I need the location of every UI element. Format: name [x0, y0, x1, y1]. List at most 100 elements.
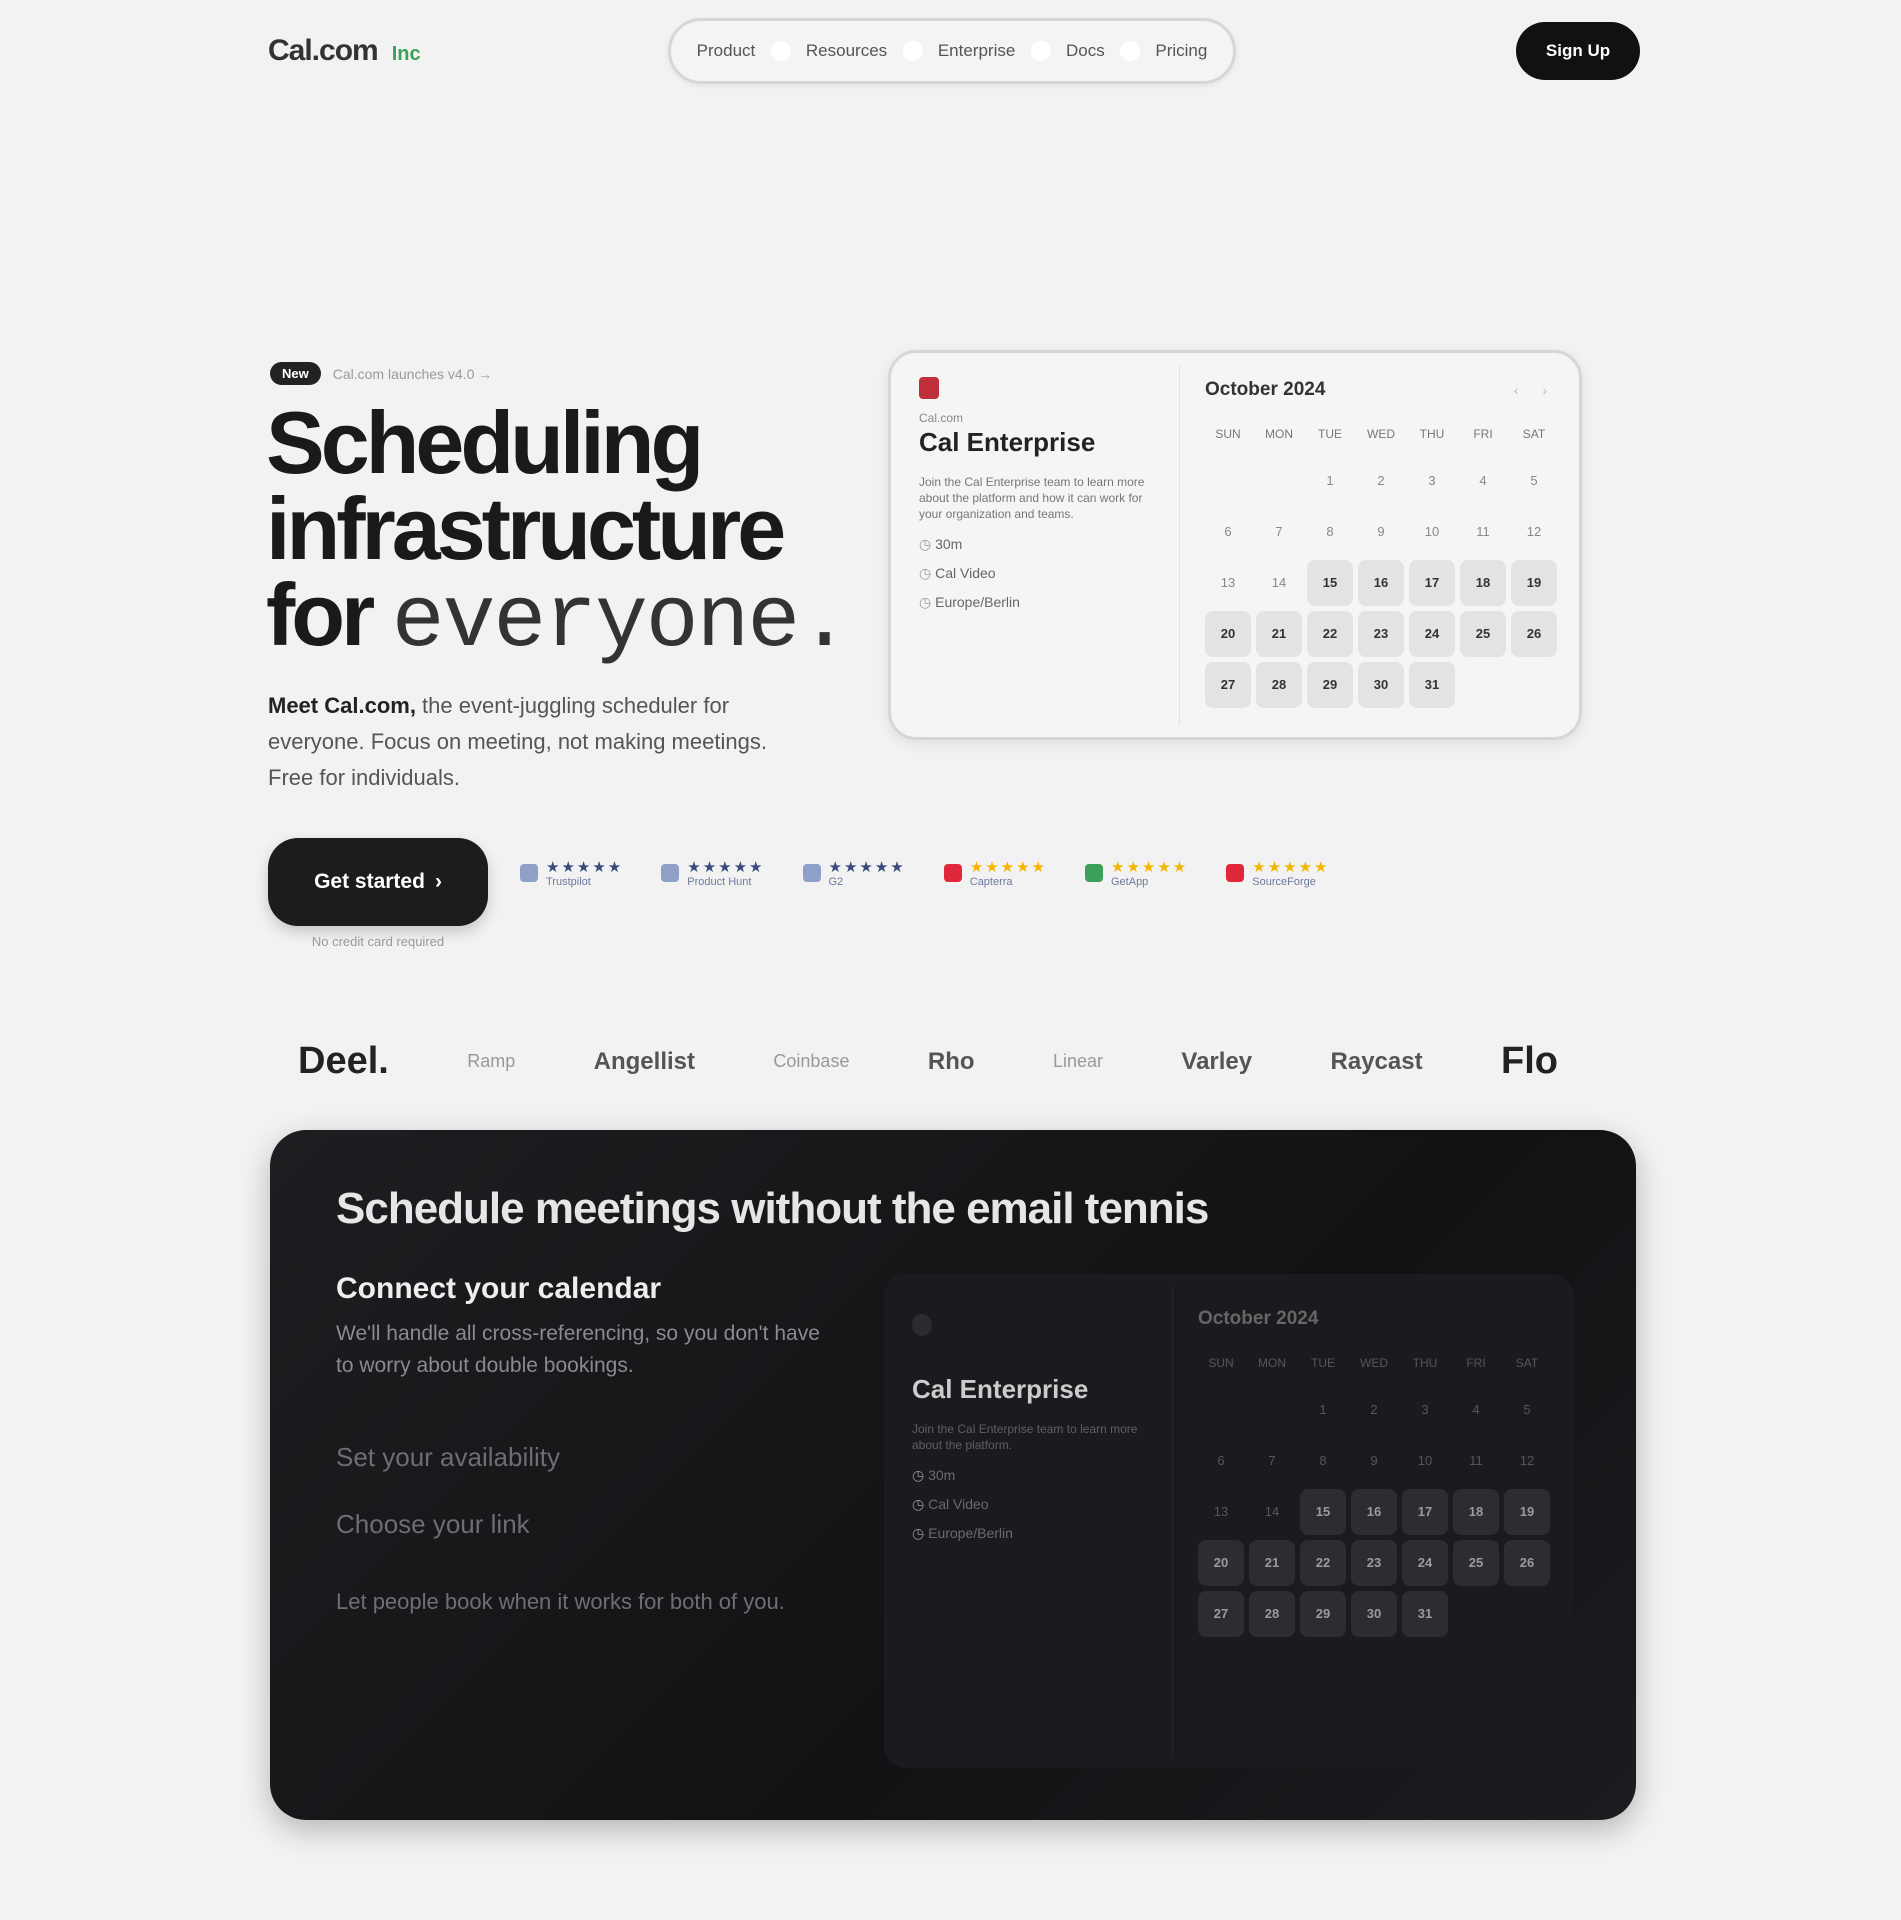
weekday-label: SUN	[1208, 1356, 1234, 1370]
event-meta: 30m Cal Video Europe/Berlin	[912, 1467, 1142, 1542]
calendar-day[interactable]: 18	[1460, 560, 1506, 606]
hero-title-for: for	[266, 565, 375, 664]
calendar-nav-arrows[interactable]: ‹ ›	[1514, 382, 1557, 398]
calendar-day: 12	[1526, 524, 1542, 539]
calendar-day: 9	[1370, 1453, 1378, 1468]
step-set-availability[interactable]: Set your availability	[336, 1442, 836, 1473]
trustpilot-logo-icon	[520, 864, 538, 882]
rating-source: Product Hunt	[687, 876, 752, 888]
weekday-label: TUE	[1311, 1356, 1335, 1370]
calendar-day[interactable]: 24	[1409, 611, 1455, 657]
signup-button[interactable]: Sign Up	[1516, 22, 1640, 80]
calendar-day[interactable]: 30	[1358, 662, 1404, 708]
weekday-label: THU	[1419, 427, 1445, 441]
calendar-day[interactable]: 21	[1256, 611, 1302, 657]
g2-logo-icon	[802, 864, 821, 882]
hero-title: Scheduling infrastructure for everyone.	[266, 399, 906, 667]
rating-source: Capterra	[969, 876, 1013, 888]
calendar-day[interactable]: 25	[1453, 1540, 1499, 1586]
weekday-label: FRI	[1466, 1356, 1486, 1370]
calendar-day[interactable]: 15	[1300, 1489, 1346, 1535]
calendar-day-empty	[1249, 1387, 1295, 1433]
calendar-day[interactable]: 19	[1504, 1489, 1550, 1535]
event-details: Cal.com Cal Enterprise Join the Cal Ente…	[919, 377, 1149, 611]
avatar	[919, 377, 939, 399]
event-location: Cal Video	[919, 565, 1149, 582]
calendar-day: 1	[1319, 1402, 1327, 1417]
booking-widget-dark: Cal Enterprise Join the Cal Enterprise t…	[884, 1274, 1574, 1768]
calendar-day[interactable]: 19	[1511, 560, 1557, 606]
calendar-day[interactable]: 31	[1409, 662, 1455, 708]
calendar-day[interactable]: 31	[1402, 1591, 1448, 1637]
calendar-day[interactable]: 21	[1249, 1540, 1295, 1586]
calendar-day[interactable]: 28	[1256, 662, 1302, 708]
calendar-header: October 2024 ‹ ›	[1205, 379, 1557, 401]
nav-separator	[770, 41, 791, 61]
calendar-day[interactable]: 25	[1460, 611, 1506, 657]
calendar-grid: SUN MON TUE WED THU FRI SAT 1 2 3 4 5 6 7 8 9 10 11 12 13 14…	[1198, 1344, 1550, 1637]
calendar-day[interactable]: 20	[1205, 611, 1251, 657]
calendar-day[interactable]: 26	[1504, 1540, 1550, 1586]
feature-footnote: Let people book when it works for both o…	[336, 1589, 785, 1614]
weekday-label: WED	[1360, 1356, 1388, 1370]
logo[interactable]: Cal.com Inc	[268, 34, 421, 68]
chevron-right-icon: ›	[434, 870, 442, 893]
calendar-day[interactable]: 20	[1198, 1540, 1244, 1586]
calendar-day: 6	[1217, 1453, 1225, 1468]
calendar-day[interactable]: 17	[1402, 1489, 1448, 1535]
calendar-day[interactable]: 28	[1249, 1591, 1295, 1637]
calendar-day[interactable]: 29	[1307, 662, 1353, 708]
nav-item-docs[interactable]: Docs	[1066, 41, 1105, 61]
calendar-day: 13	[1213, 1504, 1229, 1519]
calendar-day[interactable]: 15	[1307, 560, 1353, 606]
sourceforge-logo-icon	[1226, 864, 1245, 882]
rating-capterra: ★★★★★ Capterra	[943, 858, 1047, 888]
hero-subtitle-brand: Meet Cal.com,	[268, 693, 416, 718]
calendar-day-empty	[1504, 1591, 1550, 1637]
badge-text: Cal.com launches v4.0 →	[332, 365, 493, 382]
weekday-label: SAT	[1515, 1356, 1539, 1370]
step-connect-calendar[interactable]: Connect your calendar	[336, 1272, 836, 1306]
calendar-day[interactable]: 18	[1453, 1489, 1499, 1535]
nav-item-pricing[interactable]: Pricing	[1155, 41, 1207, 61]
step-choose-link[interactable]: Choose your link	[336, 1509, 836, 1540]
calendar-day: 12	[1519, 1453, 1535, 1468]
site-header: Cal.com Inc Product Resources Enterprise…	[268, 18, 1640, 84]
ratings-row: ★★★★★ Trustpilot ★★★★★ Product Hunt ★★★★…	[520, 858, 1330, 888]
star-rating: ★★★★★	[969, 859, 1047, 876]
calendar-day: 2	[1377, 473, 1385, 488]
event-timezone[interactable]: Europe/Berlin	[912, 1525, 1142, 1542]
calendar-day[interactable]: 26	[1511, 611, 1557, 657]
calendar-day[interactable]: 23	[1351, 1540, 1397, 1586]
nav-item-product[interactable]: Product	[697, 41, 756, 61]
calendar-day: 4	[1479, 473, 1487, 488]
event-host: Cal.com	[919, 411, 964, 425]
announcement-badge[interactable]: New Cal.com launches v4.0 →	[270, 362, 492, 385]
calendar: October 2024 ‹ › SUN MON TUE WED THU FRI SAT 1 2…	[1205, 379, 1557, 708]
calendar-day[interactable]: 22	[1307, 611, 1353, 657]
calendar-day[interactable]: 27	[1198, 1591, 1244, 1637]
weekday-label: TUE	[1318, 427, 1342, 441]
calendar-day[interactable]: 24	[1402, 1540, 1448, 1586]
calendar-day[interactable]: 22	[1300, 1540, 1346, 1586]
rating-getapp: ★★★★★ GetApp	[1085, 858, 1188, 888]
nav-item-resources[interactable]: Resources	[806, 41, 887, 61]
calendar-day[interactable]: 17	[1409, 560, 1455, 606]
hero-title-line2: infrastructure	[266, 479, 786, 578]
producthunt-logo-icon	[661, 864, 680, 882]
logo-text: Cal.com	[268, 34, 379, 67]
calendar-day[interactable]: 16	[1358, 560, 1404, 606]
nav-item-enterprise[interactable]: Enterprise	[938, 41, 1015, 61]
calendar-day[interactable]: 23	[1358, 611, 1404, 657]
calendar-day[interactable]: 27	[1205, 662, 1251, 708]
calendar-day: 9	[1377, 524, 1385, 539]
get-started-button[interactable]: Get started ›	[268, 838, 488, 926]
event-meta: 30m Cal Video Europe/Berlin	[919, 536, 1149, 611]
star-rating: ★★★★★	[546, 859, 624, 876]
calendar-day[interactable]: 30	[1351, 1591, 1397, 1637]
calendar-day: 14	[1271, 575, 1287, 590]
calendar-day[interactable]: 29	[1300, 1591, 1346, 1637]
event-timezone[interactable]: Europe/Berlin	[919, 594, 1149, 611]
nav-separator	[1030, 41, 1051, 61]
calendar-day[interactable]: 16	[1351, 1489, 1397, 1535]
